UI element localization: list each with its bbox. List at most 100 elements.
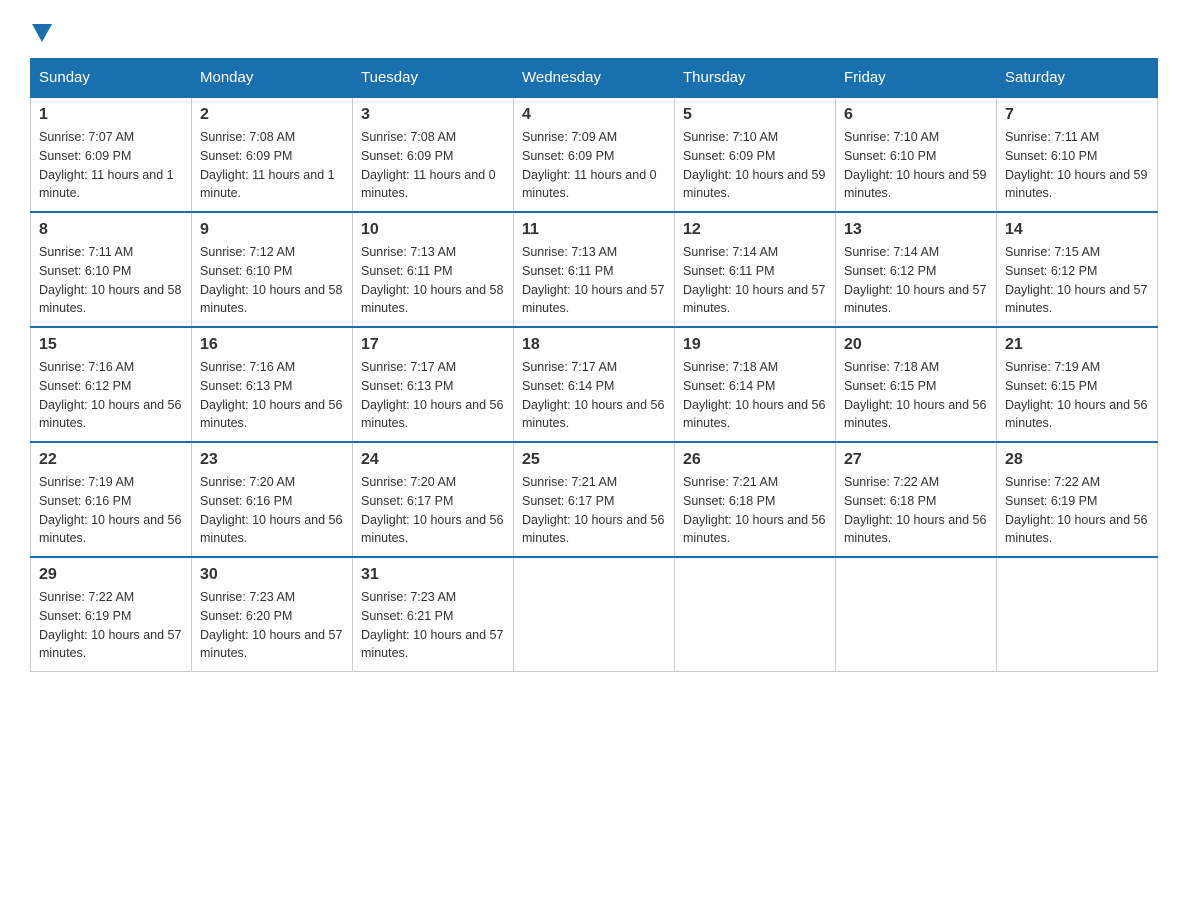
calendar-cell: 30 Sunrise: 7:23 AMSunset: 6:20 PMDayligh… <box>192 557 353 672</box>
day-info: Sunrise: 7:07 AMSunset: 6:09 PMDaylight:… <box>39 128 183 203</box>
day-number: 19 <box>683 336 827 354</box>
day-number: 27 <box>844 451 988 469</box>
calendar-cell: 25 Sunrise: 7:21 AMSunset: 6:17 PMDayligh… <box>514 442 675 557</box>
calendar-cell <box>675 557 836 672</box>
day-info: Sunrise: 7:19 AMSunset: 6:16 PMDaylight:… <box>39 473 183 548</box>
calendar-cell: 19 Sunrise: 7:18 AMSunset: 6:14 PMDayligh… <box>675 327 836 442</box>
day-info: Sunrise: 7:22 AMSunset: 6:19 PMDaylight:… <box>1005 473 1149 548</box>
day-number: 18 <box>522 336 666 354</box>
day-number: 3 <box>361 106 505 124</box>
day-number: 26 <box>683 451 827 469</box>
calendar-cell: 12 Sunrise: 7:14 AMSunset: 6:11 PMDayligh… <box>675 212 836 327</box>
calendar-cell: 9 Sunrise: 7:12 AMSunset: 6:10 PMDaylight… <box>192 212 353 327</box>
day-number: 23 <box>200 451 344 469</box>
day-info: Sunrise: 7:14 AMSunset: 6:11 PMDaylight:… <box>683 243 827 318</box>
calendar-cell: 10Sunrise: 7:13 AMSunset: 6:11 PMDayligh… <box>353 212 514 327</box>
day-number: 9 <box>200 221 344 239</box>
day-info: Sunrise: 7:17 AMSunset: 6:13 PMDaylight:… <box>361 358 505 433</box>
day-number: 6 <box>844 106 988 124</box>
day-header-sunday: Sunday <box>31 59 192 98</box>
day-number: 16 <box>200 336 344 354</box>
day-info: Sunrise: 7:18 AMSunset: 6:15 PMDaylight:… <box>844 358 988 433</box>
day-info: Sunrise: 7:23 AMSunset: 6:20 PMDaylight:… <box>200 588 344 663</box>
calendar-week-1: 1Sunrise: 7:07 AMSunset: 6:09 PMDaylight… <box>31 97 1158 212</box>
day-info: Sunrise: 7:21 AMSunset: 6:18 PMDaylight:… <box>683 473 827 548</box>
day-info: Sunrise: 7:08 AMSunset: 6:09 PMDaylight:… <box>200 128 344 203</box>
day-header-monday: Monday <box>192 59 353 98</box>
calendar-header: SundayMondayTuesdayWednesdayThursdayFrid… <box>31 59 1158 98</box>
day-number: 17 <box>361 336 505 354</box>
calendar-cell: 29Sunrise: 7:22 AMSunset: 6:19 PMDayligh… <box>31 557 192 672</box>
calendar-cell: 4 Sunrise: 7:09 AMSunset: 6:09 PMDaylight… <box>514 97 675 212</box>
day-number: 12 <box>683 221 827 239</box>
calendar-week-5: 29Sunrise: 7:22 AMSunset: 6:19 PMDayligh… <box>31 557 1158 672</box>
day-number: 22 <box>39 451 183 469</box>
calendar-cell: 6 Sunrise: 7:10 AMSunset: 6:10 PMDaylight… <box>836 97 997 212</box>
calendar-cell: 27 Sunrise: 7:22 AMSunset: 6:18 PMDayligh… <box>836 442 997 557</box>
calendar-cell: 24Sunrise: 7:20 AMSunset: 6:17 PMDayligh… <box>353 442 514 557</box>
calendar-cell: 1Sunrise: 7:07 AMSunset: 6:09 PMDaylight… <box>31 97 192 212</box>
logo-text <box>30 20 52 42</box>
day-info: Sunrise: 7:23 AMSunset: 6:21 PMDaylight:… <box>361 588 505 663</box>
day-number: 4 <box>522 106 666 124</box>
day-info: Sunrise: 7:13 AMSunset: 6:11 PMDaylight:… <box>522 243 666 318</box>
calendar-cell: 22 Sunrise: 7:19 AMSunset: 6:16 PMDayligh… <box>31 442 192 557</box>
day-info: Sunrise: 7:22 AMSunset: 6:19 PMDaylight:… <box>39 588 183 663</box>
day-number: 10 <box>361 221 505 239</box>
calendar-cell <box>514 557 675 672</box>
calendar-cell <box>997 557 1158 672</box>
day-info: Sunrise: 7:22 AMSunset: 6:18 PMDaylight:… <box>844 473 988 548</box>
day-info: Sunrise: 7:12 AMSunset: 6:10 PMDaylight:… <box>200 243 344 318</box>
day-info: Sunrise: 7:10 AMSunset: 6:09 PMDaylight:… <box>683 128 827 203</box>
calendar-cell: 31 Sunrise: 7:23 AMSunset: 6:21 PMDayligh… <box>353 557 514 672</box>
day-number: 14 <box>1005 221 1149 239</box>
day-info: Sunrise: 7:16 AMSunset: 6:13 PMDaylight:… <box>200 358 344 433</box>
day-number: 5 <box>683 106 827 124</box>
day-info: Sunrise: 7:11 AMSunset: 6:10 PMDaylight:… <box>1005 128 1149 203</box>
day-info: Sunrise: 7:20 AMSunset: 6:16 PMDaylight:… <box>200 473 344 548</box>
day-header-wednesday: Wednesday <box>514 59 675 98</box>
calendar-cell: 11 Sunrise: 7:13 AMSunset: 6:11 PMDayligh… <box>514 212 675 327</box>
calendar-cell: 20 Sunrise: 7:18 AMSunset: 6:15 PMDayligh… <box>836 327 997 442</box>
day-number: 21 <box>1005 336 1149 354</box>
day-info: Sunrise: 7:09 AMSunset: 6:09 PMDaylight:… <box>522 128 666 203</box>
calendar-week-3: 15Sunrise: 7:16 AMSunset: 6:12 PMDayligh… <box>31 327 1158 442</box>
calendar-week-4: 22 Sunrise: 7:19 AMSunset: 6:16 PMDayligh… <box>31 442 1158 557</box>
calendar-cell: 7 Sunrise: 7:11 AMSunset: 6:10 PMDaylight… <box>997 97 1158 212</box>
day-number: 13 <box>844 221 988 239</box>
calendar-cell: 15Sunrise: 7:16 AMSunset: 6:12 PMDayligh… <box>31 327 192 442</box>
calendar-cell: 5 Sunrise: 7:10 AMSunset: 6:09 PMDaylight… <box>675 97 836 212</box>
day-header-saturday: Saturday <box>997 59 1158 98</box>
logo <box>30 20 52 38</box>
calendar-body: 1Sunrise: 7:07 AMSunset: 6:09 PMDaylight… <box>31 97 1158 672</box>
day-info: Sunrise: 7:17 AMSunset: 6:14 PMDaylight:… <box>522 358 666 433</box>
calendar-cell: 21 Sunrise: 7:19 AMSunset: 6:15 PMDayligh… <box>997 327 1158 442</box>
day-header-thursday: Thursday <box>675 59 836 98</box>
calendar-cell: 28Sunrise: 7:22 AMSunset: 6:19 PMDayligh… <box>997 442 1158 557</box>
day-number: 11 <box>522 221 666 239</box>
calendar-cell: 16 Sunrise: 7:16 AMSunset: 6:13 PMDayligh… <box>192 327 353 442</box>
logo-arrow-icon <box>32 24 52 42</box>
day-info: Sunrise: 7:19 AMSunset: 6:15 PMDaylight:… <box>1005 358 1149 433</box>
day-number: 7 <box>1005 106 1149 124</box>
calendar-cell: 8Sunrise: 7:11 AMSunset: 6:10 PMDaylight… <box>31 212 192 327</box>
calendar-cell: 14Sunrise: 7:15 AMSunset: 6:12 PMDayligh… <box>997 212 1158 327</box>
day-info: Sunrise: 7:21 AMSunset: 6:17 PMDaylight:… <box>522 473 666 548</box>
day-info: Sunrise: 7:11 AMSunset: 6:10 PMDaylight:… <box>39 243 183 318</box>
day-number: 25 <box>522 451 666 469</box>
day-info: Sunrise: 7:10 AMSunset: 6:10 PMDaylight:… <box>844 128 988 203</box>
day-info: Sunrise: 7:08 AMSunset: 6:09 PMDaylight:… <box>361 128 505 203</box>
day-info: Sunrise: 7:20 AMSunset: 6:17 PMDaylight:… <box>361 473 505 548</box>
day-number: 15 <box>39 336 183 354</box>
calendar-cell: 26 Sunrise: 7:21 AMSunset: 6:18 PMDayligh… <box>675 442 836 557</box>
day-header-tuesday: Tuesday <box>353 59 514 98</box>
calendar-cell: 13Sunrise: 7:14 AMSunset: 6:12 PMDayligh… <box>836 212 997 327</box>
day-number: 30 <box>200 566 344 584</box>
day-info: Sunrise: 7:18 AMSunset: 6:14 PMDaylight:… <box>683 358 827 433</box>
header-row: SundayMondayTuesdayWednesdayThursdayFrid… <box>31 59 1158 98</box>
calendar-cell: 2Sunrise: 7:08 AMSunset: 6:09 PMDaylight… <box>192 97 353 212</box>
day-number: 31 <box>361 566 505 584</box>
day-number: 20 <box>844 336 988 354</box>
calendar-week-2: 8Sunrise: 7:11 AMSunset: 6:10 PMDaylight… <box>31 212 1158 327</box>
calendar-cell: 18 Sunrise: 7:17 AMSunset: 6:14 PMDayligh… <box>514 327 675 442</box>
